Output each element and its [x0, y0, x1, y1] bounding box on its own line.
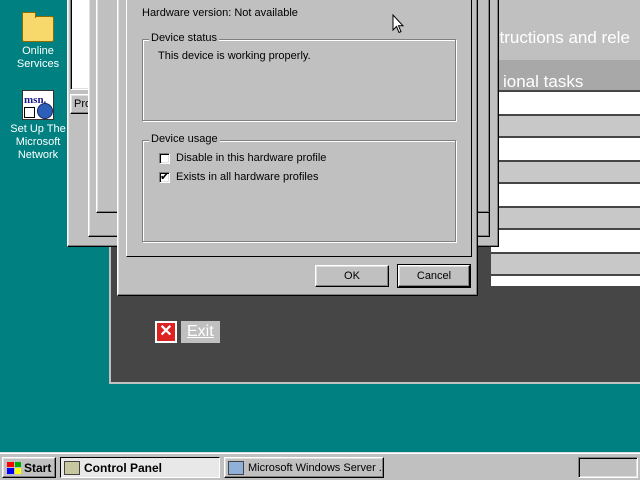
taskbar-item-label: Control Panel [84, 460, 163, 475]
system-tray [578, 457, 638, 478]
disable-profile-checkbox[interactable] [159, 152, 170, 164]
background-heading-1: structions and rele [491, 28, 630, 47]
disable-profile-label: Disable in this hardware profile [176, 152, 327, 164]
folder-icon [22, 12, 54, 42]
desktop-icon-label: Online Services [16, 45, 60, 70]
start-button[interactable]: Start [2, 457, 56, 478]
exists-all-profiles-label: Exists in all hardware profiles [176, 171, 319, 183]
cancel-button[interactable]: Cancel [397, 264, 471, 288]
disable-profile-option[interactable]: Disable in this hardware profile [159, 152, 326, 164]
device-usage-title: Device usage [149, 133, 220, 145]
device-properties-dialog: Hardware version: Not available Device s… [117, 0, 478, 296]
start-label: Start [24, 460, 52, 475]
ok-button[interactable]: OK [315, 265, 389, 287]
close-icon: ✕ [155, 321, 177, 343]
taskbar-item-windows-server[interactable]: Microsoft Windows Server ... [224, 457, 384, 478]
device-usage-group: Device usage Disable in this hardware pr… [142, 133, 456, 242]
control-panel-icon [64, 460, 80, 475]
hardware-version-text: Hardware version: Not available [142, 7, 298, 19]
background-heading-2: ional tasks [503, 72, 584, 91]
device-status-title: Device status [149, 32, 220, 44]
taskbar: Start Control Panel Microsoft Windows Se… [0, 452, 640, 480]
msn-icon: msn. ↗ [22, 90, 54, 120]
device-status-text: This device is working properly. [158, 50, 311, 62]
desktop-icon-msn-setup[interactable]: msn. ↗ Set Up The Microsoft Network [0, 90, 76, 162]
desktop-icon-label: Set Up The Microsoft Network [10, 123, 66, 161]
taskbar-item-label: Microsoft Windows Server ... [248, 461, 384, 474]
desktop-icon-online-services[interactable]: Online Services [0, 12, 76, 71]
mouse-cursor-icon [392, 14, 404, 34]
exists-all-profiles-option[interactable]: Exists in all hardware profiles [159, 170, 319, 183]
windows-logo-icon [7, 461, 21, 474]
setup-app-icon [228, 460, 244, 475]
device-status-group: Device status This device is working pro… [142, 32, 456, 121]
taskbar-item-control-panel[interactable]: Control Panel [60, 457, 220, 478]
exists-all-profiles-checkbox[interactable] [159, 170, 170, 183]
exit-label: Exit [181, 321, 220, 343]
exit-button[interactable]: ✕ Exit [155, 320, 237, 344]
